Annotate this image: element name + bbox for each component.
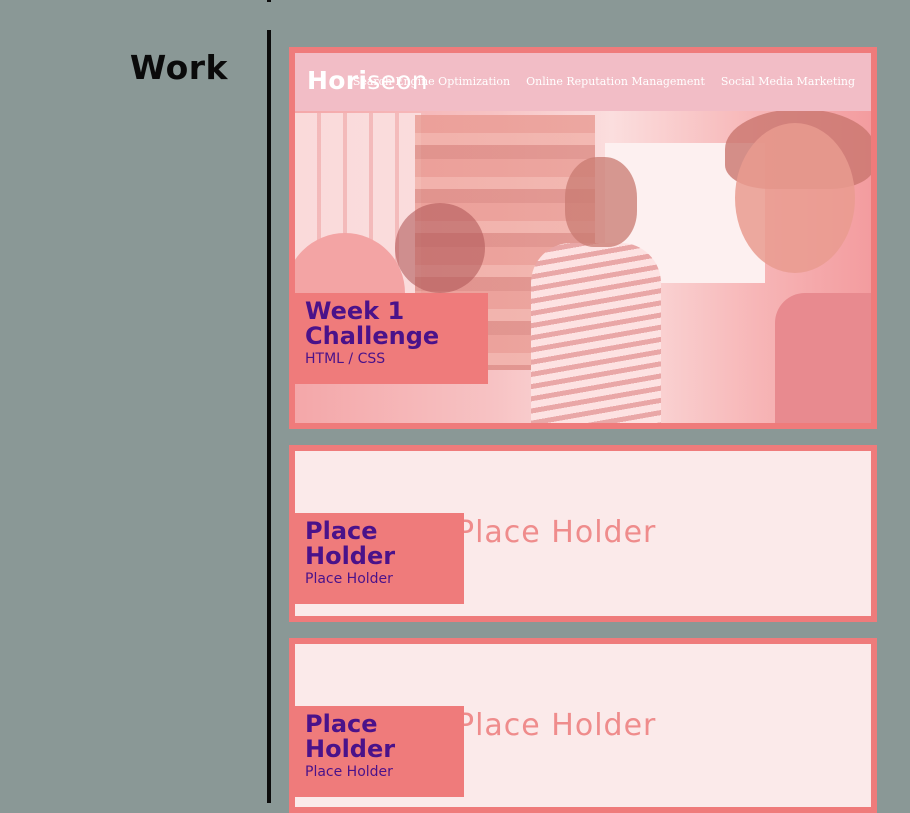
project-caption: Week 1 Challenge HTML / CSS (295, 293, 488, 384)
project-card-placeholder[interactable]: Place Holder Place Holder Place Holder (289, 638, 877, 813)
screenshot-nav: Search Engine Optimization Online Reputa… (353, 75, 855, 88)
section-title: Work (129, 48, 228, 87)
project-title: Week 1 Challenge (305, 297, 440, 350)
screenshot-site-header: Horiseon Search Engine Optimization Onli… (295, 53, 871, 111)
project-caption: Place Holder Place Holder (295, 706, 464, 797)
project-subtitle: Place Holder (305, 571, 393, 587)
placeholder-image-text: Place Holder (456, 515, 657, 550)
screenshot-nav-item: Search Engine Optimization (352, 75, 511, 88)
project-subtitle: HTML / CSS (305, 351, 386, 367)
project-title: Place Holder (305, 517, 396, 570)
project-title: Place Holder (305, 710, 396, 763)
top-divider-tick (267, 0, 271, 2)
section-divider (267, 30, 271, 803)
project-card-horiseon[interactable]: Horiseon Search Engine Optimization Onli… (289, 47, 877, 429)
screenshot-nav-item: Online Reputation Management (526, 75, 705, 88)
project-subtitle: Place Holder (305, 764, 393, 780)
screenshot-nav-item: Social Media Marketing (720, 75, 855, 88)
placeholder-image-text: Place Holder (456, 708, 657, 743)
project-card-placeholder[interactable]: Place Holder Place Holder Place Holder (289, 445, 877, 622)
project-caption: Place Holder Place Holder (295, 513, 464, 604)
